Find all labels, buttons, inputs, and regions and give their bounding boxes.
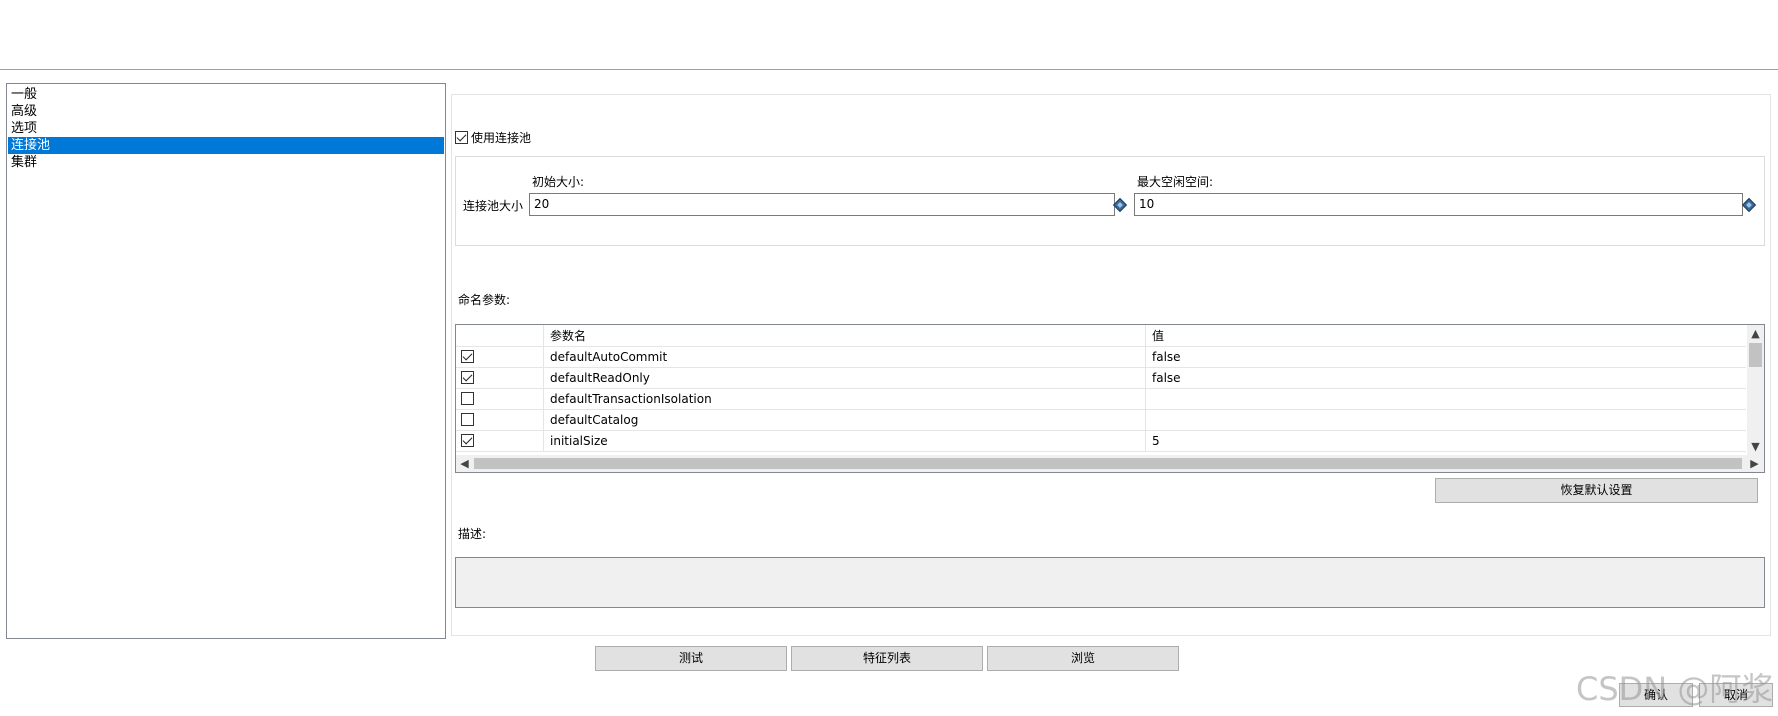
param-name-cell[interactable]: defaultReadOnly — [543, 368, 1145, 389]
scroll-left-icon[interactable]: ◀ — [456, 455, 473, 472]
use-pool-label: 使用连接池 — [471, 130, 532, 145]
param-value-cell[interactable]: false — [1145, 368, 1745, 389]
watermark: CSDN @阿浆 — [1576, 670, 1774, 708]
use-pool-checkbox-row[interactable]: 使用连接池 — [455, 129, 531, 145]
param-value-cell[interactable]: 5 — [1145, 431, 1745, 452]
nav-item-options[interactable]: 选项 — [8, 120, 444, 137]
table-row[interactable]: defaultCatalog — [456, 410, 1746, 431]
restore-defaults-button[interactable]: 恢复默认设置 — [1435, 478, 1758, 503]
vertical-scrollbar[interactable]: ▲ ▼ — [1747, 325, 1764, 455]
table-row[interactable]: initialSize 5 — [456, 431, 1746, 452]
max-idle-input[interactable]: 10 — [1134, 193, 1743, 216]
test-button[interactable]: 测试 — [595, 646, 787, 671]
row-checkbox[interactable] — [461, 392, 474, 405]
vertical-scroll-thumb[interactable] — [1749, 343, 1762, 367]
row-checkbox[interactable] — [461, 371, 474, 384]
settings-category-list[interactable]: 一般 高级 选项 连接池 集群 — [6, 83, 446, 639]
nav-item-advanced[interactable]: 高级 — [8, 103, 444, 120]
named-params-table[interactable]: 参数名 值 defaultAutoCommit false defaultRea… — [455, 324, 1765, 473]
pool-size-label: 连接池大小 — [463, 199, 524, 213]
initial-size-input[interactable]: 20 — [529, 193, 1115, 216]
top-divider — [0, 69, 1778, 70]
nav-item-general[interactable]: 一般 — [8, 86, 444, 103]
param-value-cell[interactable] — [1145, 410, 1745, 431]
scroll-right-icon[interactable]: ▶ — [1746, 455, 1763, 472]
nav-item-cluster[interactable]: 集群 — [8, 154, 444, 171]
param-name-cell[interactable]: initialSize — [543, 431, 1145, 452]
description-box — [455, 557, 1765, 608]
named-params-label: 命名参数: — [458, 293, 511, 307]
param-name-cell[interactable]: defaultCatalog — [543, 410, 1145, 431]
column-header-value[interactable]: 值 — [1145, 325, 1745, 347]
table-header: 参数名 值 — [456, 325, 1746, 347]
param-value-cell[interactable]: false — [1145, 347, 1745, 368]
param-name-cell[interactable]: defaultTransactionIsolation — [543, 389, 1145, 410]
table-row[interactable]: defaultTransactionIsolation — [456, 389, 1746, 410]
row-checkbox[interactable] — [461, 434, 474, 447]
table-row[interactable]: defaultReadOnly false — [456, 368, 1746, 389]
max-idle-caption: 最大空闲空间: — [1137, 175, 1214, 189]
scroll-down-icon[interactable]: ▼ — [1747, 438, 1764, 455]
column-header-name[interactable]: 参数名 — [543, 325, 1143, 347]
scroll-up-icon[interactable]: ▲ — [1747, 325, 1764, 342]
horizontal-scroll-thumb[interactable] — [474, 458, 1742, 469]
initial-size-caption: 初始大小: — [532, 175, 585, 189]
row-checkbox[interactable] — [461, 350, 474, 363]
param-value-cell[interactable] — [1145, 389, 1745, 410]
description-label: 描述: — [458, 527, 487, 541]
table-row[interactable]: defaultAutoCommit false — [456, 347, 1746, 368]
param-name-cell[interactable]: defaultAutoCommit — [543, 347, 1145, 368]
feature-list-button[interactable]: 特征列表 — [791, 646, 983, 671]
horizontal-scrollbar[interactable]: ◀ ▶ — [456, 455, 1764, 472]
nav-item-connection-pool[interactable]: 连接池 — [8, 137, 444, 154]
use-pool-checkbox[interactable] — [455, 130, 468, 144]
row-checkbox[interactable] — [461, 413, 474, 426]
browse-button[interactable]: 浏览 — [987, 646, 1179, 671]
